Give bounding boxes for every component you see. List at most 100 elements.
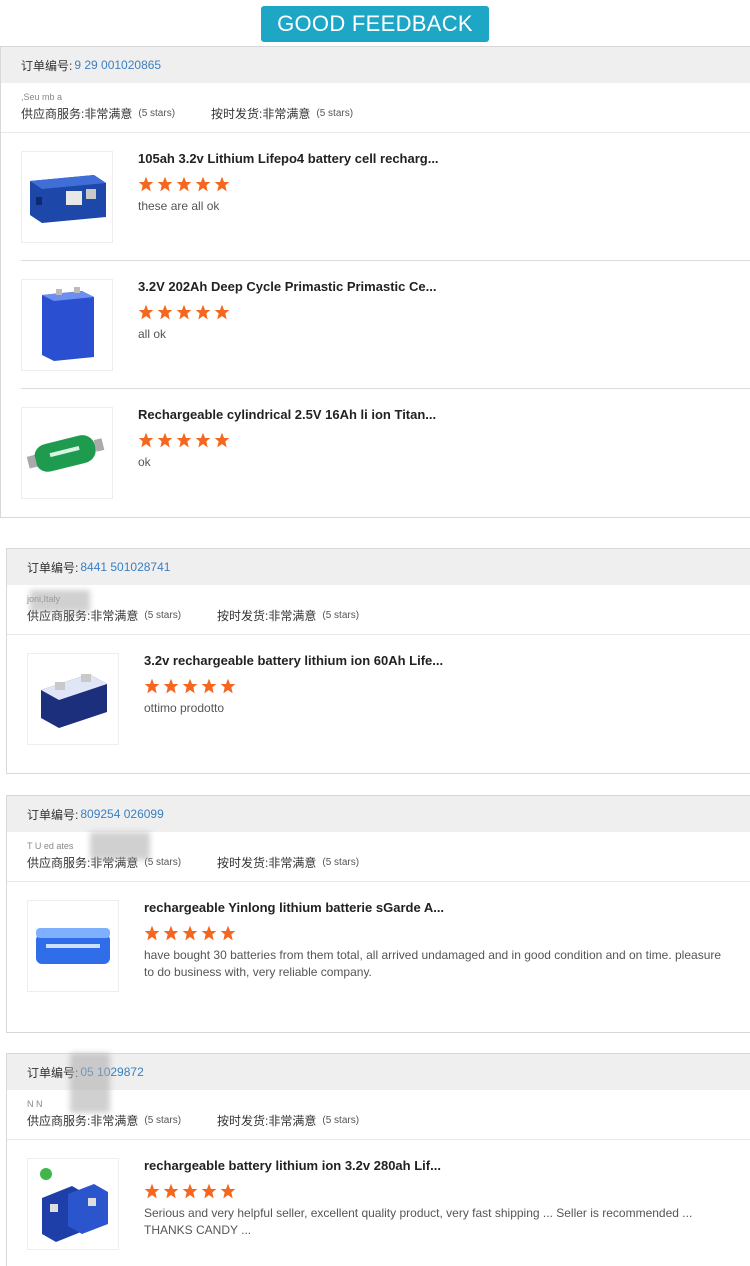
order-ratings: 供应商服务: 非常满意 (5 stars) 按时发货: 非常满意 (5 star… [21, 105, 730, 122]
buyer-info: ,Seu mb a [21, 92, 63, 102]
on-time-rating: 按时发货: 非常满意 (5 stars) [211, 105, 353, 122]
star-rating [138, 176, 730, 192]
on-time-value: 非常满意 [268, 856, 317, 870]
star-icon [157, 304, 173, 320]
blue-cell-terminals-icon [41, 674, 107, 728]
star-icon [176, 304, 192, 320]
review-body: Rechargeable cylindrical 2.5V 16Ah li io… [138, 407, 730, 471]
product-title[interactable]: 3.2V 202Ah Deep Cycle Primastic Primasti… [138, 279, 730, 294]
review-body: 3.2v rechargeable battery lithium ion 60… [144, 653, 730, 717]
privacy-blur [30, 590, 90, 612]
star-rating [144, 925, 730, 941]
star-icon [144, 1183, 160, 1199]
star-icon [201, 1183, 217, 1199]
green-cylinder-cell-icon [26, 435, 105, 472]
order-card: 订单编号: 9 29 001020865 ,Seu mb a 供应商服务: 非常… [0, 46, 750, 518]
product-title[interactable]: 105ah 3.2v Lithium Lifepo4 battery cell … [138, 151, 730, 166]
blue-cylinder-pack-icon [36, 928, 110, 964]
on-time-stars: (5 stars) [316, 108, 354, 119]
product-image[interactable] [21, 151, 113, 243]
star-icon [214, 432, 230, 448]
product-title[interactable]: rechargeable Yinlong lithium batterie sG… [144, 900, 730, 915]
star-icon [182, 925, 198, 941]
star-icon [220, 925, 236, 941]
blue-prismatic-cell-large-icon [30, 175, 106, 223]
star-icon [157, 176, 173, 192]
supplier-service-stars: (5 stars) [138, 108, 176, 119]
product-image[interactable] [21, 407, 113, 499]
on-time-stars: (5 stars) [322, 857, 360, 868]
star-icon [201, 925, 217, 941]
supplier-service-rating: 供应商服务: 非常满意 (5 stars) [27, 1112, 181, 1129]
review-comment: all ok [138, 327, 167, 341]
order-number-label: 订单编号: [27, 560, 79, 575]
star-icon [214, 176, 230, 192]
order-meta: joni,Italy 供应商服务: 非常满意 (5 stars) 按时发货: 非… [7, 585, 750, 635]
supplier-service-value: 非常满意 [84, 107, 133, 121]
supplier-service-stars: (5 stars) [144, 1115, 182, 1126]
order-header: 订单编号: 8441 501028741 [7, 549, 750, 585]
on-time-stars: (5 stars) [322, 610, 360, 621]
product-image[interactable] [27, 653, 119, 745]
star-rating [144, 678, 730, 694]
review-item: Rechargeable cylindrical 2.5V 16Ah li io… [21, 389, 750, 517]
review-item: rechargeable Yinlong lithium batterie sG… [27, 882, 750, 1022]
star-icon [182, 678, 198, 694]
star-icon [144, 678, 160, 694]
order-number-label: 订单编号: [27, 807, 79, 822]
review-item: rechargeable battery lithium ion 3.2v 28… [27, 1140, 750, 1266]
on-time-label: 按时发货: [217, 856, 269, 870]
review-item: 3.2v rechargeable battery lithium ion 60… [27, 635, 750, 763]
review-comment: ok [138, 455, 151, 469]
order-card: 订单编号: 05 1029872 N N 供应商服务: 非常满意 (5 star… [6, 1053, 750, 1266]
review-body: rechargeable battery lithium ion 3.2v 28… [144, 1158, 730, 1239]
star-rating [138, 432, 730, 448]
order-number[interactable]: 9 29 001020865 [74, 58, 161, 72]
order-card: 订单编号: 8441 501028741 joni,Italy 供应商服务: 非… [6, 548, 750, 774]
on-time-value: 非常满意 [268, 1114, 317, 1128]
star-icon [138, 304, 154, 320]
on-time-label: 按时发货: [217, 609, 269, 623]
product-image[interactable] [27, 900, 119, 992]
order-card: 订单编号: 809254 026099 T U ed ates 供应商服务: 非… [6, 795, 750, 1033]
product-image[interactable] [27, 1158, 119, 1250]
supplier-service-value: 非常满意 [90, 1114, 139, 1128]
order-number[interactable]: 809254 026099 [80, 807, 163, 821]
privacy-blur [70, 1053, 110, 1113]
star-icon [138, 176, 154, 192]
blue-prismatic-cell-icon [42, 287, 94, 361]
product-title[interactable]: 3.2v rechargeable battery lithium ion 60… [144, 653, 730, 668]
order-ratings: 供应商服务: 非常满意 (5 stars) 按时发货: 非常满意 (5 star… [27, 1112, 730, 1129]
order-number-label: 订单编号: [21, 58, 73, 73]
supplier-service-rating: 供应商服务: 非常满意 (5 stars) [21, 105, 175, 122]
privacy-blur [90, 832, 150, 860]
order-meta: ,Seu mb a 供应商服务: 非常满意 (5 stars) 按时发货: 非常… [1, 83, 750, 133]
star-icon [220, 678, 236, 694]
star-icon [201, 678, 217, 694]
star-icon [214, 304, 230, 320]
review-body: rechargeable Yinlong lithium batterie sG… [144, 900, 730, 981]
on-time-value: 非常满意 [268, 609, 317, 623]
order-number[interactable]: 8441 501028741 [80, 560, 170, 574]
star-icon [163, 925, 179, 941]
star-icon [195, 304, 211, 320]
star-icon [138, 432, 154, 448]
product-image[interactable] [21, 279, 113, 371]
supplier-service-label: 供应商服务: [21, 107, 85, 121]
on-time-rating: 按时发货: 非常满意 (5 stars) [217, 854, 359, 871]
supplier-service-stars: (5 stars) [144, 610, 182, 621]
buyer-info: joni,Italy [27, 591, 730, 607]
order-ratings: 供应商服务: 非常满意 (5 stars) 按时发货: 非常满意 (5 star… [27, 607, 730, 624]
review-comment: have bought 30 batteries from them total… [144, 948, 722, 979]
good-feedback-banner: GOOD FEEDBACK [261, 6, 489, 42]
on-time-label: 按时发货: [217, 1114, 269, 1128]
star-icon [163, 1183, 179, 1199]
blue-cell-pair-icon [40, 1168, 108, 1242]
supplier-service-value: 非常满意 [90, 609, 139, 623]
review-item: 105ah 3.2v Lithium Lifepo4 battery cell … [21, 133, 750, 261]
product-title[interactable]: rechargeable battery lithium ion 3.2v 28… [144, 1158, 730, 1173]
star-icon [195, 432, 211, 448]
product-title[interactable]: Rechargeable cylindrical 2.5V 16Ah li io… [138, 407, 730, 422]
on-time-rating: 按时发货: 非常满意 (5 stars) [217, 607, 359, 624]
review-comment: Serious and very helpful seller, excelle… [144, 1206, 693, 1237]
